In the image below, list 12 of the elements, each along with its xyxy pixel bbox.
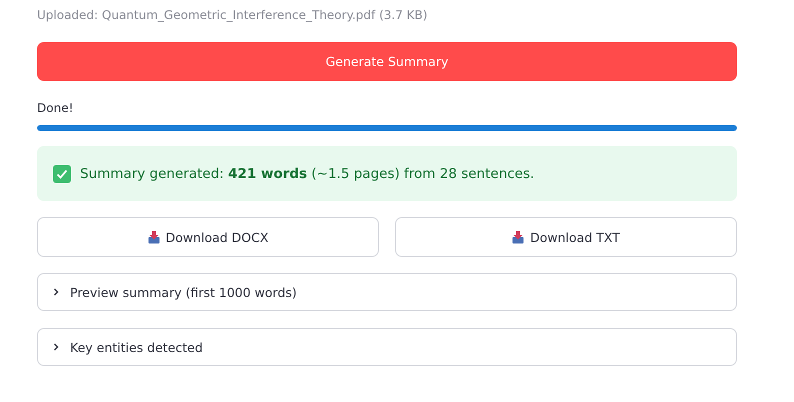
- chevron-icon: [52, 343, 60, 351]
- progress-label: Done!: [37, 100, 74, 116]
- check-icon: [53, 164, 71, 182]
- download-icon: [512, 230, 524, 244]
- download-button[interactable]: Download DOCX: [37, 217, 379, 257]
- expander-header[interactable]: Key entities detected: [37, 328, 737, 366]
- download-button[interactable]: Download TXT: [395, 217, 737, 257]
- download-icon: [148, 230, 160, 244]
- chevron-icon: [52, 288, 60, 296]
- success-message: Summary generated: 421 words (~1.5 pages) from 28 sentences.: [80, 166, 534, 182]
- upload-caption: Uploaded: Quantum_Geometric_Interference_Theory.pdf (3.7 KB): [37, 7, 428, 24]
- expander-header[interactable]: Preview summary (first 1000 words): [37, 273, 737, 311]
